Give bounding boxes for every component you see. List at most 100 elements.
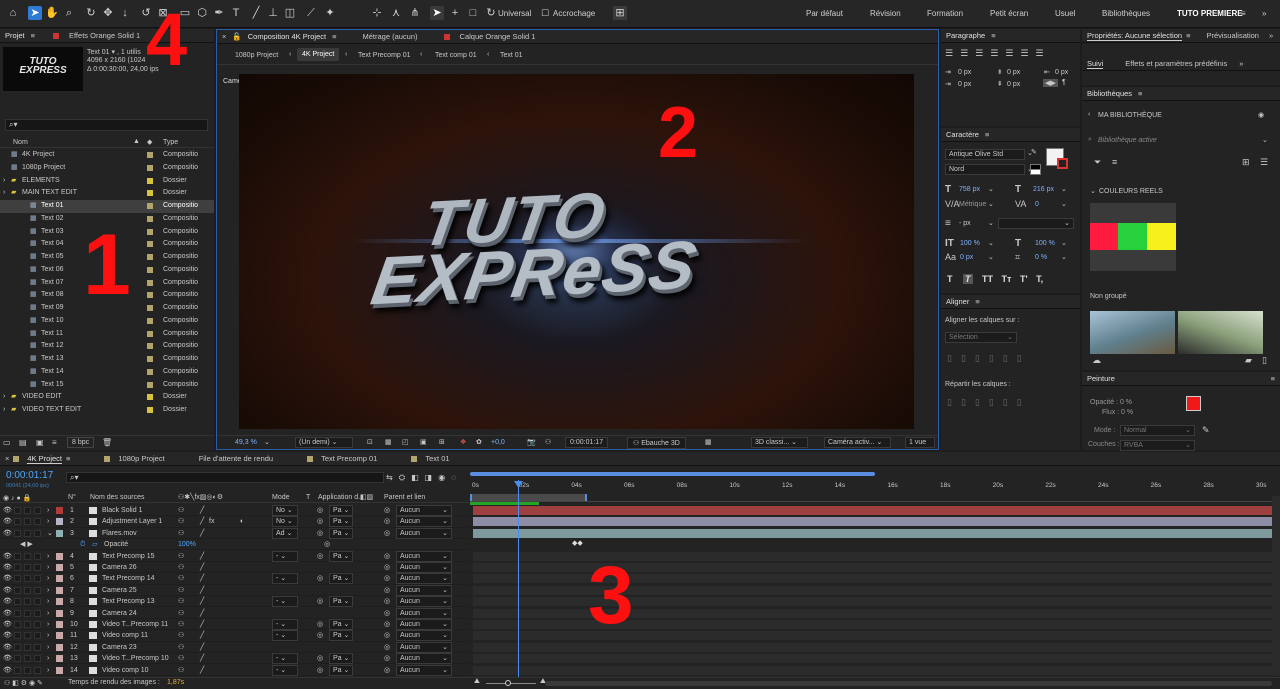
project-comp-item[interactable]: ▦ Text 14 Compositio [0, 366, 214, 379]
paint-foreground-swatch[interactable] [1186, 396, 1201, 411]
pen-tool-icon[interactable]: ✒ [212, 6, 226, 20]
font-style-dropdown[interactable]: Nord [945, 164, 1025, 175]
timeline-timecode[interactable]: 0:00:01:17 [6, 470, 53, 481]
menu-icon[interactable]: ≡ [31, 31, 35, 40]
chevron-down-icon[interactable]: ⌄ [988, 200, 994, 208]
visibility-eye-icon[interactable]: 👁 [3, 608, 12, 619]
timeline-layer-row[interactable]: 👁 › 8 Text Precomp 13 ⚇ ╱ - ⌄ ◎ Pa ⌄ ◎ Aucun ⌄ [0, 596, 469, 608]
new-folder-icon[interactable]: ▤ [19, 438, 27, 447]
quality-switch-icon[interactable]: ╱ [200, 528, 204, 539]
adjustment-switch-icon[interactable]: ◐ [240, 516, 244, 527]
layer-label-chip[interactable] [56, 632, 63, 640]
parent-dropdown[interactable]: Aucun ⌄ [396, 516, 452, 528]
color-management-icon[interactable]: ❖ [460, 438, 466, 446]
guides-icon[interactable]: ▣ [420, 438, 427, 446]
visibility-eye-icon[interactable]: 👁 [3, 528, 12, 539]
universal-icon[interactable]: ↻ [484, 6, 498, 20]
shy-switch-icon[interactable]: ⚇ [178, 516, 184, 527]
shy-switch-icon[interactable]: ⚇ [178, 596, 184, 607]
dolly-tool-icon[interactable]: ↓ [118, 6, 132, 20]
column-application[interactable]: Application d... [318, 494, 364, 501]
visibility-eye-icon[interactable]: 👁 [3, 642, 12, 653]
brush-tool-icon[interactable]: ╱ [249, 6, 263, 20]
font-family-dropdown[interactable]: Antique Olive Std [945, 149, 1025, 160]
menu-icon[interactable]: ≡ [66, 454, 70, 463]
quality-switch-icon[interactable]: ╱ [200, 653, 204, 664]
layer-name[interactable]: Video T...Precomp 10 [102, 653, 169, 664]
blend-mode-dropdown[interactable]: Ad ⌄ [272, 527, 298, 539]
workspace-libraries[interactable]: Bibliothèques [1102, 9, 1150, 18]
application-dropdown[interactable]: Pa ⌄ [329, 630, 353, 642]
workspace-learning[interactable]: Formation [927, 9, 963, 18]
bit-depth-button[interactable]: 8 bpc [67, 437, 95, 448]
zoom-tool-icon[interactable]: ⌕ [62, 6, 76, 20]
chevron-down-icon[interactable]: ⌄ [47, 528, 53, 539]
solo-toggle[interactable] [24, 666, 31, 674]
project-search-input[interactable]: ⌕▾ [5, 119, 208, 131]
draft-3d-button[interactable]: ⚇ Ebauche 3D [627, 437, 686, 449]
audio-toggle[interactable] [14, 632, 21, 640]
chevron-right-icon[interactable]: › [3, 187, 5, 200]
project-comp-item[interactable]: ▦ 1080p Project Compositio [0, 162, 214, 175]
application-dropdown[interactable]: Pa ⌄ [329, 619, 353, 630]
audio-toggle[interactable] [14, 552, 21, 560]
parent-dropdown[interactable]: Aucun ⌄ [396, 596, 452, 608]
orbit-tool-icon[interactable]: ↻ [84, 6, 98, 20]
paint-flow[interactable]: Flux : 0 % [1102, 409, 1133, 416]
parent-dropdown[interactable]: Aucun ⌄ [396, 562, 452, 573]
roto-brush-icon[interactable]: ⟋ [304, 6, 318, 20]
tracker-tab[interactable]: Suivi [1087, 59, 1104, 69]
visibility-eye-icon[interactable]: 👁 [3, 573, 12, 584]
baseline-shift-value[interactable]: 0 px [960, 254, 973, 261]
chevron-down-icon[interactable]: ⌄ [988, 253, 994, 261]
label-column-icon[interactable]: ◆ [147, 138, 152, 146]
project-folder-item[interactable]: › ▰ VIDEO EDIT Dossier [0, 391, 214, 404]
chevron-right-icon[interactable]: › [47, 619, 49, 630]
folder-icon[interactable]: ▰ [1245, 355, 1252, 366]
chevron-down-icon[interactable]: ⌄ [1061, 253, 1067, 261]
solo-toggle[interactable] [24, 507, 31, 514]
project-folder-item[interactable]: › ▰ ELEMENTS Dossier [0, 175, 214, 188]
chevron-right-icon[interactable]: › [47, 608, 49, 619]
menu-icon[interactable]: ≡ [1138, 89, 1142, 98]
breadcrumb-text-01[interactable]: Text 01 [500, 52, 523, 59]
timeline-layer-row[interactable]: 👁 › 10 Video T...Precomp 11 ⚇ ╱ - ⌄ ◎ Pa ⌄ ◎ Aucun… [0, 619, 469, 631]
layer-duration-bar[interactable] [473, 506, 1272, 515]
close-icon[interactable]: × [5, 454, 9, 463]
workspace-standard[interactable]: Usuel [1055, 9, 1075, 18]
small-caps-button[interactable]: Tт [1002, 274, 1012, 284]
application-dropdown[interactable]: Pa ⌄ [329, 527, 353, 539]
visibility-eye-icon[interactable]: 👁 [3, 653, 12, 664]
parent-pickwhip-icon[interactable]: ◎ [384, 585, 390, 596]
application-dropdown[interactable]: Pa ⌄ [329, 550, 353, 562]
menu-icon[interactable]: ≡ [975, 297, 979, 306]
column-type[interactable]: Type [163, 139, 178, 146]
quality-switch-icon[interactable]: ╱ [200, 551, 204, 562]
timeline-layer-row[interactable]: 👁 ⌄ 3 Flares.mov ⚇ ╱ Ad ⌄ ◎ Pa ⌄ ◎ Aucun ⌄ [0, 527, 469, 540]
timeline-scrollbar[interactable] [1272, 496, 1280, 676]
parent-pickwhip-icon[interactable]: ◎ [384, 516, 390, 527]
audio-toggle[interactable] [14, 609, 21, 617]
lock-toggle[interactable] [34, 655, 41, 663]
blend-mode-dropdown[interactable]: - ⌄ [272, 619, 298, 630]
layer-name[interactable]: Video T...Precomp 11 [102, 619, 168, 630]
track-matte-icon[interactable]: ◎ [317, 573, 323, 584]
project-comp-item[interactable]: ▦ Text 01 Compositio [0, 200, 214, 213]
visibility-eye-icon[interactable]: 👁 [3, 562, 12, 573]
work-area-navigator[interactable] [470, 472, 875, 476]
horizontal-scale-value[interactable]: 100 % [1035, 240, 1055, 247]
quality-switch-icon[interactable]: ╱ [200, 573, 204, 584]
stroke-width-value[interactable]: - px [959, 220, 971, 227]
layer-name[interactable]: Video comp 10 [102, 665, 149, 676]
column-name[interactable]: Nom [13, 139, 28, 146]
column-parent[interactable]: Parent et lien [384, 494, 425, 501]
application-dropdown[interactable]: Pa ⌄ [329, 516, 353, 528]
lock-toggle[interactable] [34, 564, 41, 571]
preview-tab[interactable]: Prévisualisation [1206, 31, 1259, 40]
application-dropdown[interactable]: Pa ⌄ [329, 596, 353, 608]
leading-value[interactable]: 216 px [1033, 186, 1054, 193]
parent-dropdown[interactable]: Aucun ⌄ [396, 619, 452, 630]
parent-pickwhip-icon[interactable]: ◎ [384, 608, 390, 619]
cube-tool-icon[interactable]: ⬡ [195, 6, 209, 20]
indent-right-value[interactable]: 0 px [1055, 69, 1068, 76]
